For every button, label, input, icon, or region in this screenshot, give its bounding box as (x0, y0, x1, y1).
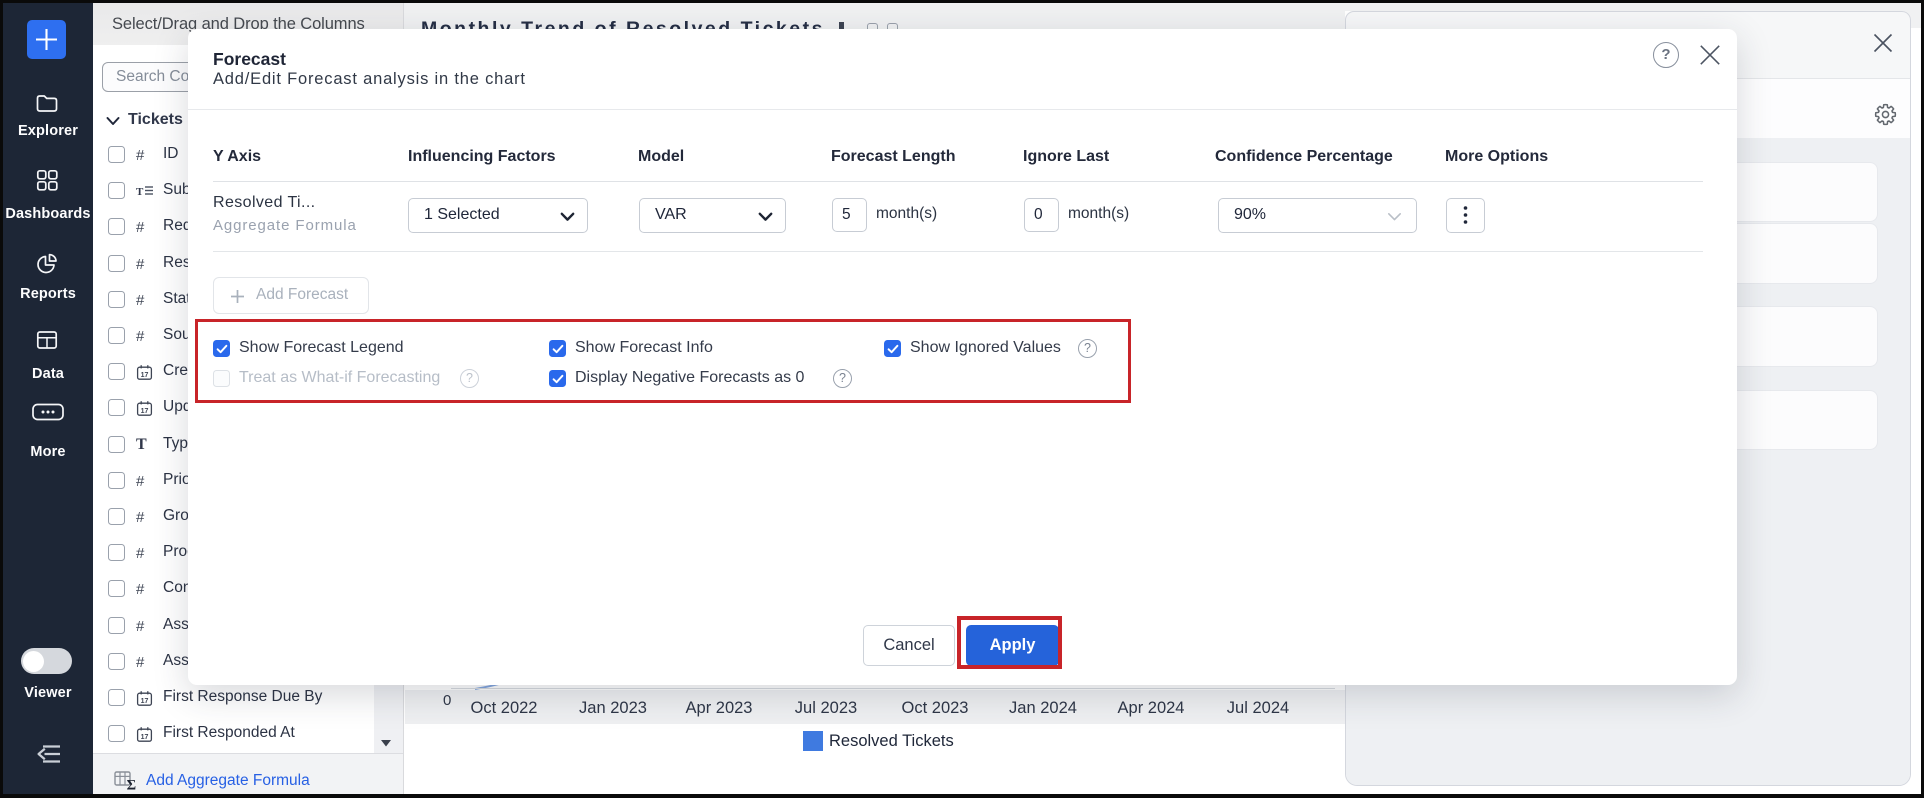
svg-text:Σ: Σ (127, 778, 136, 791)
svg-text:17: 17 (141, 372, 149, 379)
svg-text:17: 17 (141, 408, 149, 415)
svg-text:17: 17 (141, 698, 149, 705)
svg-text:17: 17 (141, 734, 149, 741)
svg-text:T: T (136, 186, 144, 198)
